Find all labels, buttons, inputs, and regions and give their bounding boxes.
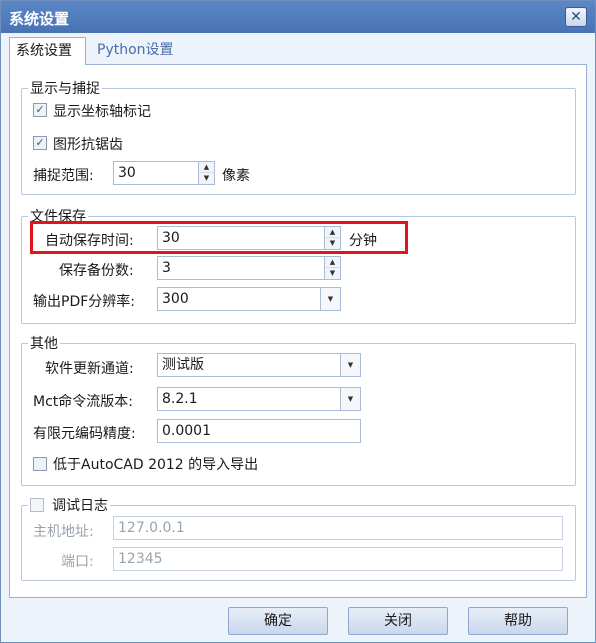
snap-range-input[interactable]: 30	[113, 161, 199, 185]
port-input[interactable]: 12345	[113, 547, 563, 571]
pdf-resolution-label: 输出PDF分辨率:	[33, 294, 135, 310]
antialias-label: 图形抗锯齿	[53, 137, 123, 153]
update-channel-label: 软件更新通道:	[45, 361, 134, 377]
help-button[interactable]: 帮助	[468, 607, 568, 635]
snap-range-spinner[interactable]: ▲ ▼	[199, 161, 215, 185]
window-title: 系统设置	[9, 10, 70, 28]
port-label: 端口:	[61, 554, 94, 570]
spin-up-icon[interactable]: ▲	[325, 257, 340, 268]
debug-log-label: 调试日志	[52, 498, 108, 514]
fem-precision-label: 有限元编码精度:	[33, 426, 136, 442]
settings-dialog: 系统设置 ✕ 系统设置 Python设置 显示与捕捉 ✓ 显示坐标轴标记 ✓ 图…	[0, 0, 596, 643]
chevron-down-icon[interactable]: ▼	[321, 287, 341, 311]
tab-python-settings[interactable]: Python设置	[91, 37, 191, 65]
host-address-input[interactable]: 127.0.0.1	[113, 516, 563, 540]
autocad-checkbox[interactable]	[33, 457, 47, 471]
spin-up-icon[interactable]: ▲	[199, 162, 214, 173]
chevron-down-icon[interactable]: ▼	[341, 353, 361, 377]
antialias-checkbox[interactable]: ✓	[33, 136, 47, 150]
tab-system-settings[interactable]: 系统设置	[9, 37, 86, 65]
debug-log-checkbox[interactable]	[30, 498, 44, 512]
backup-count-input[interactable]: 3	[157, 256, 325, 280]
host-address-label: 主机地址:	[33, 524, 94, 540]
chevron-down-icon[interactable]: ▼	[341, 387, 361, 411]
pdf-resolution-select[interactable]: 300	[157, 287, 321, 311]
highlight-box	[30, 221, 408, 254]
display-snap-legend: 显示与捕捉	[30, 81, 100, 97]
close-button[interactable]: 关闭	[348, 607, 448, 635]
spin-down-icon[interactable]: ▼	[325, 268, 340, 279]
autocad-label: 低于AutoCAD 2012 的导入导出	[53, 457, 259, 473]
debug-log-legend: 调试日志	[28, 495, 110, 515]
show-axis-label: 显示坐标轴标记	[53, 104, 151, 120]
update-channel-select[interactable]: 测试版	[157, 353, 341, 377]
backup-count-spinner[interactable]: ▲ ▼	[325, 256, 341, 280]
snap-range-label: 捕捉范围:	[33, 168, 94, 184]
show-axis-checkbox[interactable]: ✓	[33, 103, 47, 117]
close-icon[interactable]: ✕	[565, 7, 587, 27]
backup-count-label: 保存备份数:	[59, 263, 134, 279]
mct-version-label: Mct命令流版本:	[33, 394, 133, 410]
other-legend: 其他	[30, 336, 58, 352]
title-bar: 系统设置 ✕	[1, 1, 595, 33]
spin-down-icon[interactable]: ▼	[199, 173, 214, 184]
ok-button[interactable]: 确定	[228, 607, 328, 635]
fem-precision-input[interactable]: 0.0001	[157, 419, 361, 443]
snap-unit-label: 像素	[222, 168, 250, 184]
mct-version-select[interactable]: 8.2.1	[157, 387, 341, 411]
